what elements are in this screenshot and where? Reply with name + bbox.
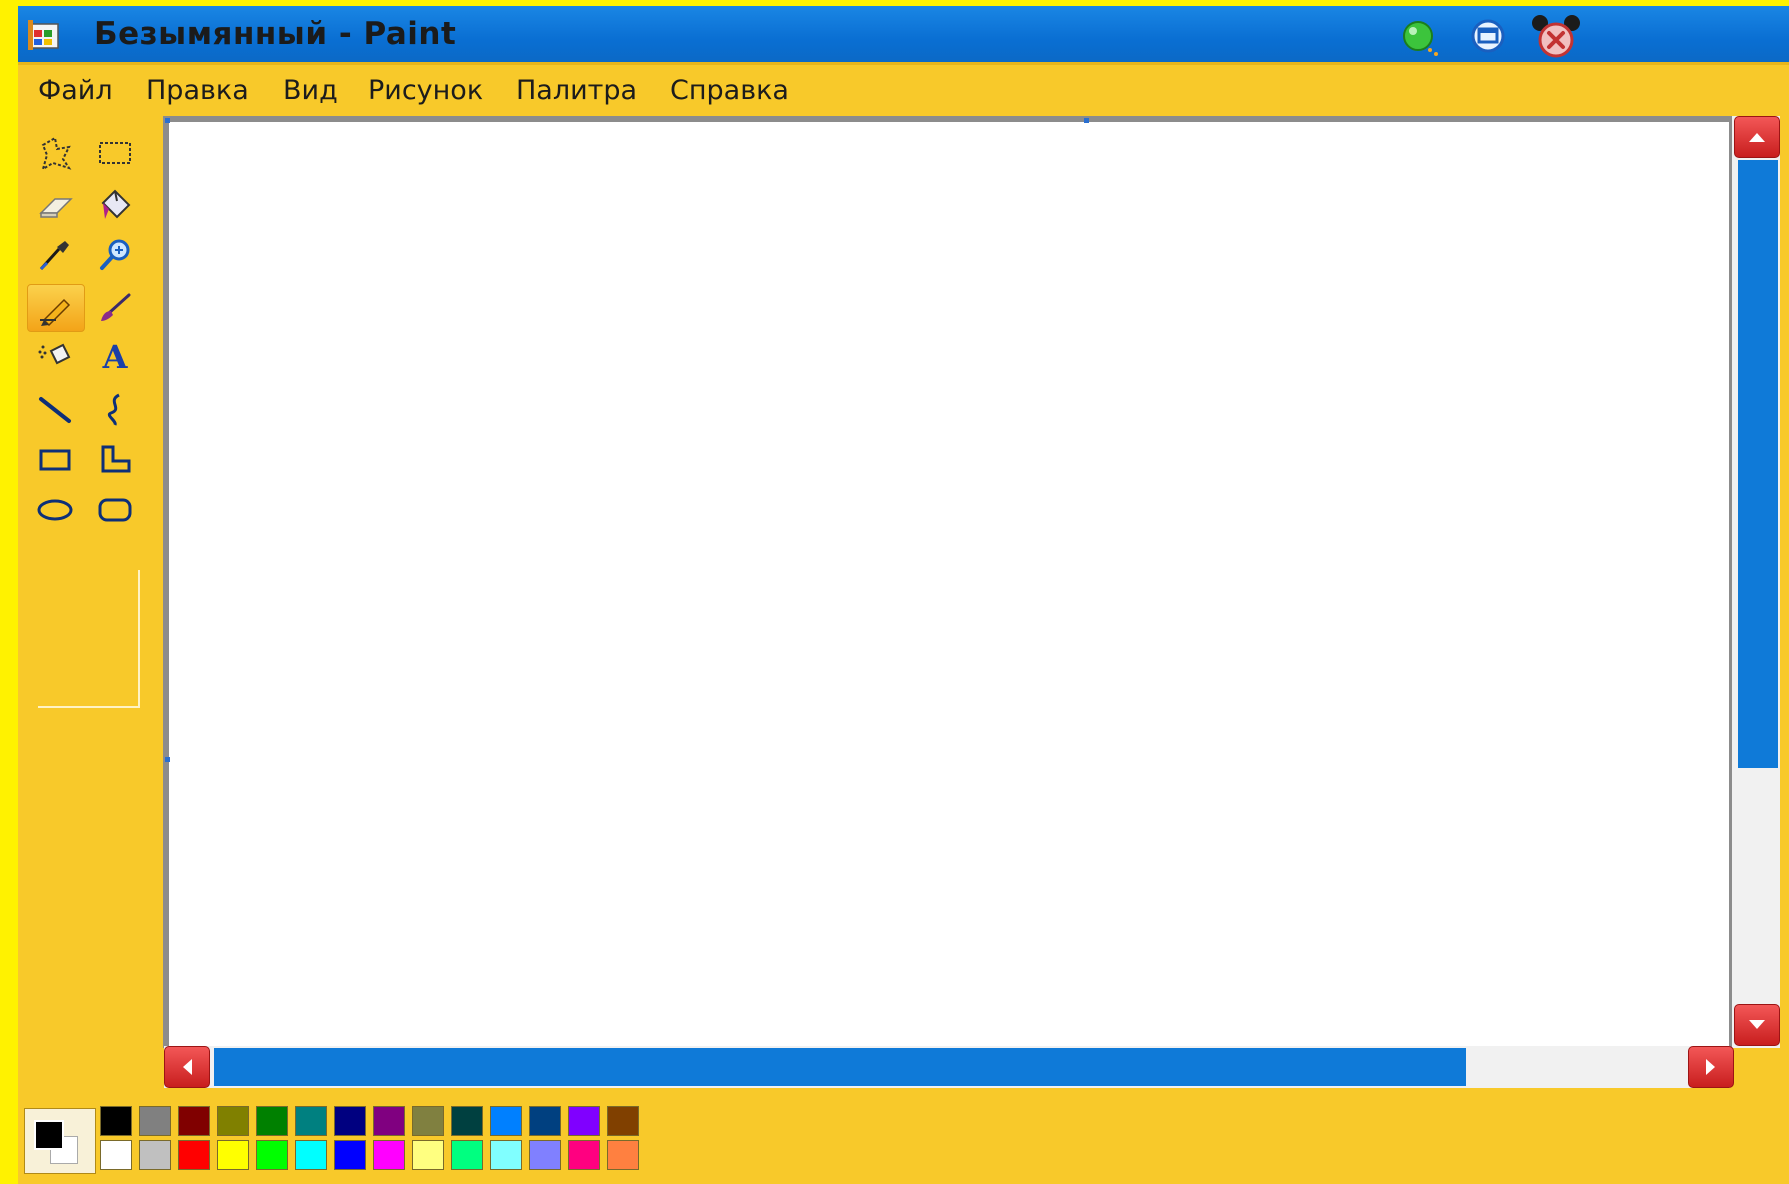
tool-polygon[interactable] xyxy=(87,436,143,482)
tool-curve[interactable] xyxy=(87,386,143,432)
color-swatch[interactable] xyxy=(412,1106,444,1136)
vertical-scroll-thumb[interactable] xyxy=(1738,160,1778,768)
curve-icon xyxy=(107,393,120,426)
pencil-icon xyxy=(40,298,71,326)
tool-ellipse[interactable] xyxy=(27,486,83,532)
color-swatch[interactable] xyxy=(451,1140,483,1170)
color-swatch[interactable] xyxy=(334,1140,366,1170)
menu-help[interactable]: Справка xyxy=(670,75,789,106)
color-swatch[interactable] xyxy=(100,1140,132,1170)
drawing-canvas[interactable] xyxy=(169,122,1729,1046)
ellipse-icon xyxy=(37,499,73,521)
color-swatch[interactable] xyxy=(139,1140,171,1170)
color-swatch[interactable] xyxy=(217,1106,249,1136)
arrow-right-icon xyxy=(1706,1059,1715,1075)
text-icon: A xyxy=(102,338,128,376)
paint-bucket-icon xyxy=(101,189,131,219)
color-swatch[interactable] xyxy=(529,1140,561,1170)
rectangle-icon xyxy=(39,449,71,471)
menu-colors[interactable]: Палитра xyxy=(516,75,637,106)
color-swatch[interactable] xyxy=(490,1140,522,1170)
color-swatch[interactable] xyxy=(139,1106,171,1136)
tool-line[interactable] xyxy=(27,386,83,432)
color-swatch[interactable] xyxy=(217,1140,249,1170)
tool-magnifier[interactable] xyxy=(87,232,143,278)
color-swatch[interactable] xyxy=(256,1106,288,1136)
menu-view[interactable]: Вид xyxy=(283,75,338,106)
rect-select-icon xyxy=(99,142,131,164)
arrow-left-icon xyxy=(183,1059,192,1075)
color-swatch[interactable] xyxy=(178,1106,210,1136)
airbrush-icon xyxy=(38,343,71,365)
close-icon[interactable] xyxy=(1530,14,1582,58)
rounded-rect-icon xyxy=(98,498,132,522)
eyedropper-icon xyxy=(39,241,69,271)
color-swatch[interactable] xyxy=(373,1140,405,1170)
arrow-up-icon xyxy=(1749,133,1765,142)
resize-handle-left[interactable] xyxy=(165,757,170,762)
horizontal-scroll-thumb[interactable] xyxy=(214,1048,1466,1086)
paint-app-icon xyxy=(28,20,59,50)
free-select-icon xyxy=(41,136,72,171)
brush-icon xyxy=(101,293,131,321)
minimize-icon[interactable] xyxy=(1398,14,1442,58)
title-bar[interactable]: Безымянный - Paint xyxy=(18,6,1789,65)
tool-rounded-rectangle[interactable] xyxy=(87,486,143,532)
tool-pick-color[interactable] xyxy=(27,232,83,278)
menu-file[interactable]: Файл xyxy=(38,75,113,106)
tool-pencil[interactable] xyxy=(27,284,85,332)
color-swatch[interactable] xyxy=(607,1140,639,1170)
foreground-color-swatch[interactable] xyxy=(34,1120,64,1150)
resize-handle-top-left xyxy=(165,118,170,123)
menu-edit[interactable]: Правка xyxy=(146,75,249,106)
color-swatch[interactable] xyxy=(412,1140,444,1170)
tool-airbrush[interactable] xyxy=(27,334,83,380)
scroll-left-button[interactable] xyxy=(164,1046,210,1088)
color-swatch[interactable] xyxy=(529,1106,561,1136)
line-icon xyxy=(39,397,71,423)
tool-rectangle[interactable] xyxy=(27,436,83,482)
color-swatch[interactable] xyxy=(607,1106,639,1136)
tool-free-form-select[interactable] xyxy=(27,130,83,176)
scroll-down-button[interactable] xyxy=(1734,1004,1780,1046)
eraser-icon xyxy=(39,198,73,218)
scroll-right-button[interactable] xyxy=(1688,1046,1734,1088)
tool-fill[interactable] xyxy=(87,182,143,228)
color-swatch[interactable] xyxy=(334,1106,366,1136)
color-swatch[interactable] xyxy=(373,1106,405,1136)
color-swatch[interactable] xyxy=(568,1140,600,1170)
menu-bar: Файл Правка Вид Рисунок Палитра Справка xyxy=(18,65,1789,117)
color-swatch[interactable] xyxy=(178,1140,210,1170)
scroll-up-button[interactable] xyxy=(1734,116,1780,158)
restore-icon[interactable] xyxy=(1466,14,1510,58)
tool-rect-select[interactable] xyxy=(87,130,143,176)
polygon-icon xyxy=(101,445,131,473)
color-swatch[interactable] xyxy=(451,1106,483,1136)
tool-text[interactable]: A xyxy=(87,334,143,380)
tool-box: A xyxy=(24,124,164,1094)
magnifier-icon xyxy=(100,239,130,270)
color-swatch[interactable] xyxy=(256,1140,288,1170)
menu-image[interactable]: Рисунок xyxy=(368,75,483,106)
arrow-down-icon xyxy=(1749,1020,1765,1029)
color-swatch[interactable] xyxy=(490,1106,522,1136)
color-swatch[interactable] xyxy=(295,1140,327,1170)
tool-eraser[interactable] xyxy=(27,182,83,228)
window-title: Безымянный - Paint xyxy=(94,16,457,52)
tool-options-box[interactable] xyxy=(38,570,140,708)
tool-brush[interactable] xyxy=(87,284,143,330)
color-swatch[interactable] xyxy=(100,1106,132,1136)
color-swatch[interactable] xyxy=(295,1106,327,1136)
resize-handle-top[interactable] xyxy=(1084,118,1089,123)
color-swatch[interactable] xyxy=(568,1106,600,1136)
